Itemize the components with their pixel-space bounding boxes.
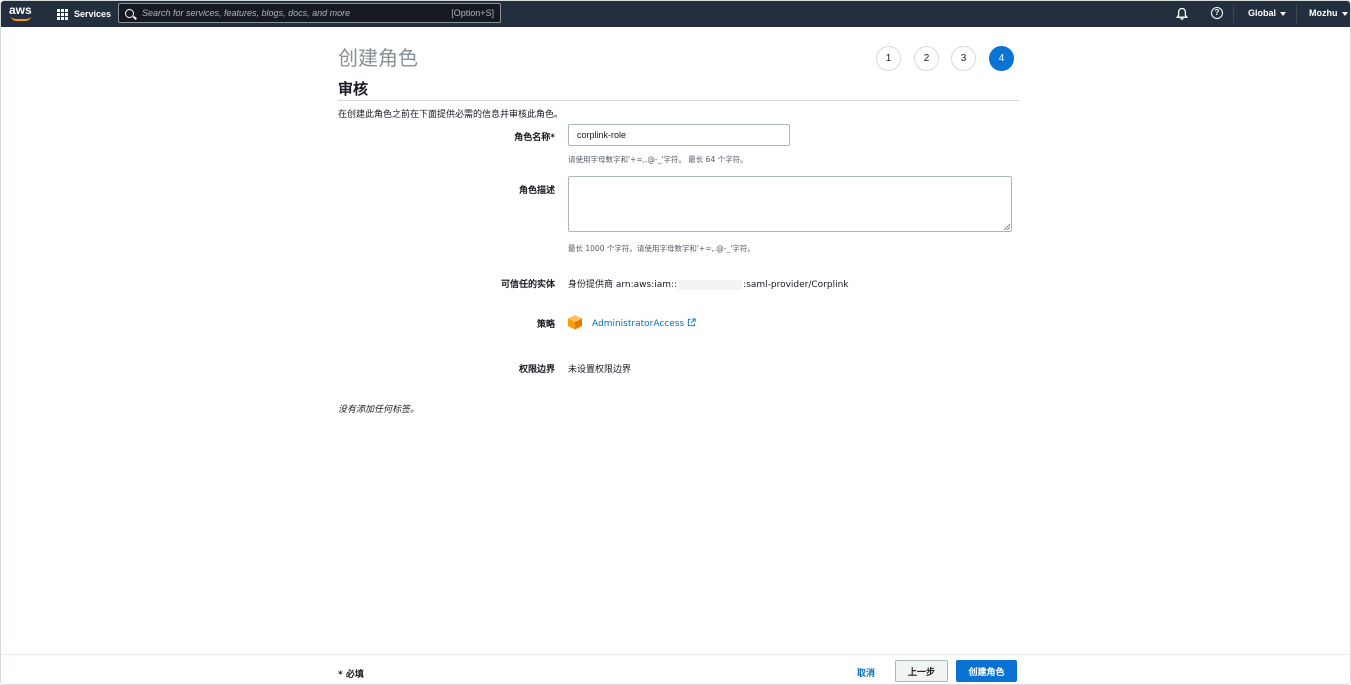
search-shortcut-hint: [Option+S]	[451, 8, 494, 18]
help-icon[interactable]: ?	[1211, 7, 1223, 19]
top-navigation-bar: aws Services [Option+S] ? Global Mozhu	[1, 1, 1350, 27]
aws-smile-icon	[11, 16, 31, 21]
console-window: aws Services [Option+S] ? Global Mozhu 创…	[0, 0, 1351, 685]
role-name-input[interactable]	[568, 124, 790, 146]
nav-separator	[1296, 5, 1297, 23]
textarea-resize-handle[interactable]	[1004, 224, 1010, 230]
trusted-entity-suffix: :saml-provider/Corplink	[743, 280, 849, 290]
review-intro-text: 在创建此角色之前在下面提供必需的信息并审核此角色。	[338, 110, 564, 120]
search-icon	[125, 8, 134, 18]
trusted-entity-label: 可信任的实体	[500, 280, 555, 290]
section-divider	[338, 100, 1019, 101]
wizard-step-1[interactable]: 1	[876, 46, 901, 71]
grid-icon	[57, 8, 68, 20]
wizard-step-4[interactable]: 4	[989, 46, 1014, 71]
external-link-icon	[688, 318, 696, 327]
permissions-boundary-label: 权限边界	[518, 365, 555, 375]
region-label: Global	[1248, 8, 1277, 18]
trusted-entity-prefix: 身份提供商 arn:aws:iam::	[568, 280, 678, 290]
policy-administrator-access-link[interactable]: AdministratorAccess	[592, 318, 696, 329]
chevron-down-icon	[1280, 11, 1287, 16]
page-title: 创建角色	[338, 46, 418, 70]
role-description-textarea[interactable]	[568, 176, 1012, 232]
wizard-steps: 1 2 3 4	[876, 46, 1016, 72]
nav-separator	[1233, 5, 1234, 23]
search-input[interactable]	[142, 8, 452, 18]
wizard-step-3[interactable]: 3	[951, 46, 976, 71]
policy-name: AdministratorAccess	[592, 319, 685, 329]
redacted-account-id	[678, 279, 743, 290]
policy-cube-icon	[568, 315, 582, 330]
account-menu[interactable]: Mozhu	[1309, 8, 1348, 18]
trusted-entity-value: 身份提供商 arn:aws:iam:::saml-provider/Corpli…	[568, 277, 849, 290]
wizard-step-2[interactable]: 2	[914, 46, 939, 71]
required-note: * 必填	[338, 670, 364, 680]
previous-button[interactable]: 上一步	[895, 660, 948, 682]
services-menu-button[interactable]: Services	[57, 6, 111, 22]
chevron-down-icon	[1341, 11, 1348, 16]
bell-icon[interactable]	[1175, 7, 1189, 21]
account-label: Mozhu	[1309, 8, 1338, 18]
create-role-button[interactable]: 创建角色	[956, 660, 1017, 682]
services-label: Services	[74, 9, 112, 19]
region-selector[interactable]: Global	[1248, 8, 1287, 18]
wizard-footer: * 必填 取消 上一步 创建角色	[1, 654, 1350, 684]
no-tags-note: 没有添加任何标签。	[338, 405, 420, 415]
section-title-review: 审核	[338, 80, 369, 98]
role-name-label: 角色名称*	[514, 133, 555, 143]
global-search-bar[interactable]: [Option+S]	[118, 3, 501, 23]
aws-logo[interactable]: aws	[9, 4, 35, 24]
role-description-label: 角色描述	[518, 186, 555, 196]
role-description-hint: 最长 1000 个字符。请使用字母数字和'+=,.@-_'字符。	[568, 244, 755, 253]
policy-label: 策略	[536, 320, 555, 330]
role-name-hint: 请使用字母数字和'+=,.@-_'字符。 最长 64 个字符。	[568, 155, 748, 164]
aws-logo-text: aws	[9, 3, 32, 17]
permissions-boundary-value: 未设置权限边界	[568, 365, 632, 375]
cancel-button[interactable]: 取消	[849, 665, 883, 679]
